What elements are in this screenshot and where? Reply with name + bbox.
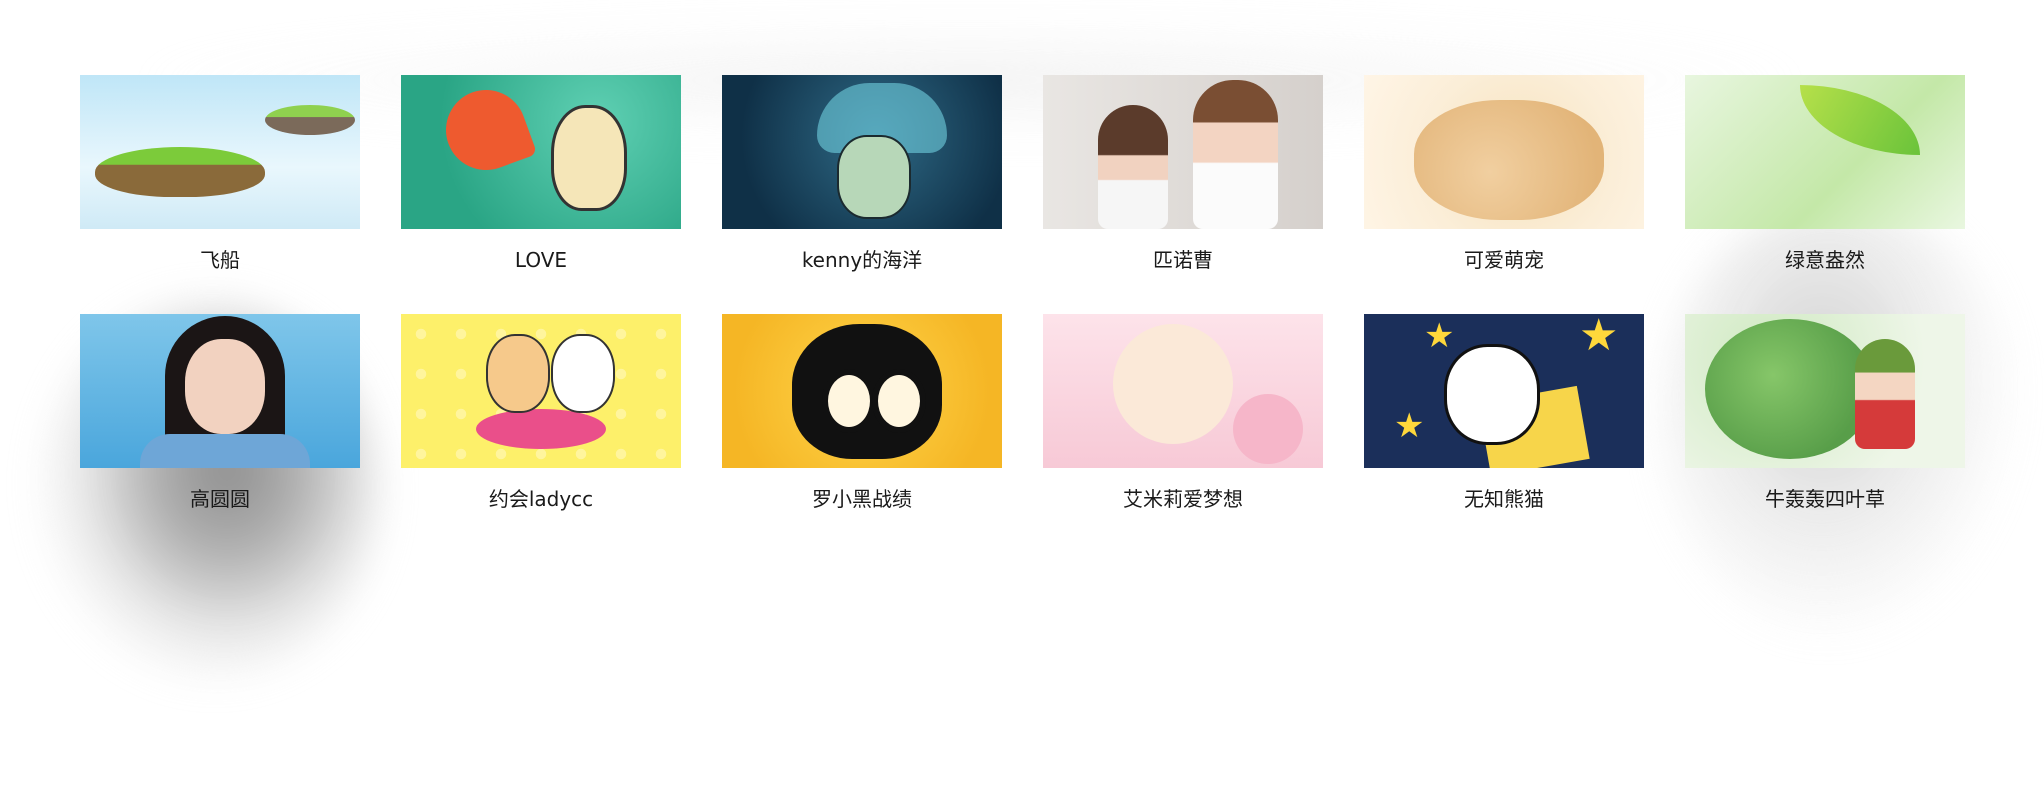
star-icon: ★ [1579, 314, 1619, 361]
theme-thumbnail[interactable] [1685, 314, 1965, 468]
person-photo-art [1098, 105, 1168, 229]
theme-card-panda[interactable]: ★ ★ ★ 无知熊猫 [1364, 314, 1644, 553]
person-photo-art [1193, 80, 1278, 229]
theme-label[interactable]: 可爱萌宠 [1464, 247, 1544, 273]
face-art [185, 339, 265, 434]
theme-thumbnail[interactable] [401, 314, 681, 468]
sheep-character-art [1113, 324, 1233, 444]
theme-label[interactable]: 高圆圆 [190, 486, 250, 512]
theme-card-cute-pet[interactable]: 可爱萌宠 [1364, 75, 1644, 314]
theme-thumbnail[interactable] [1043, 75, 1323, 229]
theme-card-gao-yuanyuan[interactable]: 高圆圆 [80, 314, 360, 553]
theme-label[interactable]: 艾米莉爱梦想 [1123, 486, 1243, 512]
theme-card-kenny-ocean[interactable]: kenny的海洋 [722, 75, 1002, 314]
leaf-art [1800, 85, 1920, 155]
floating-island-art [95, 147, 265, 197]
theme-label[interactable]: 绿意盎然 [1785, 247, 1865, 273]
character-art [486, 334, 550, 413]
theme-thumbnail[interactable] [80, 75, 360, 229]
girl-character-art [1855, 339, 1915, 449]
theme-card-emily-dream[interactable]: 艾米莉爱梦想 [1043, 314, 1323, 553]
theme-label[interactable]: 罗小黑战绩 [812, 486, 912, 512]
theme-card-love[interactable]: LOVE [401, 75, 681, 314]
theme-card-ladycc[interactable]: 约会ladycc [401, 314, 681, 553]
theme-thumbnail[interactable] [722, 75, 1002, 229]
theme-gallery: 飞船 LOVE kenny的海洋 匹诺曹 可爱萌宠 绿意盎然 高圆圆 约会lad… [80, 75, 1965, 553]
theme-thumbnail[interactable] [401, 75, 681, 229]
heart-art [434, 78, 538, 182]
theme-thumbnail[interactable] [1364, 75, 1644, 229]
theme-thumbnail[interactable] [1043, 314, 1323, 468]
theme-label[interactable]: 约会ladycc [489, 486, 593, 512]
theme-label[interactable]: kenny的海洋 [802, 247, 922, 273]
theme-label[interactable]: LOVE [515, 247, 567, 273]
theme-thumbnail[interactable]: ★ ★ ★ [1364, 314, 1644, 468]
star-icon: ★ [1424, 316, 1455, 356]
theme-label[interactable]: 牛轰轰四叶草 [1765, 486, 1885, 512]
theme-card-clover[interactable]: 牛轰轰四叶草 [1685, 314, 1965, 553]
theme-card-pinocchio[interactable]: 匹诺曹 [1043, 75, 1323, 314]
bird-character-art [551, 105, 627, 211]
theme-thumbnail[interactable] [1685, 75, 1965, 229]
ball-art [1233, 394, 1303, 464]
star-icon: ★ [1394, 406, 1425, 446]
theme-thumbnail[interactable] [722, 314, 1002, 468]
character-art [551, 334, 615, 413]
theme-card-luo-xiaohei[interactable]: 罗小黑战绩 [722, 314, 1002, 553]
theme-label[interactable]: 无知熊猫 [1464, 486, 1544, 512]
table-art [476, 409, 606, 449]
cat-eye-art [872, 369, 926, 433]
character-art [837, 135, 911, 219]
puppy-art [1414, 100, 1604, 220]
cat-eye-art [822, 369, 876, 433]
theme-card-green[interactable]: 绿意盎然 [1685, 75, 1965, 314]
theme-label[interactable]: 飞船 [200, 247, 240, 273]
panda-character-art [1444, 344, 1540, 445]
clover-art [1705, 319, 1875, 459]
theme-card-spaceship[interactable]: 飞船 [80, 75, 360, 314]
shirt-art [140, 434, 310, 468]
theme-thumbnail[interactable] [80, 314, 360, 468]
floating-island-art [265, 105, 355, 135]
theme-label[interactable]: 匹诺曹 [1153, 247, 1213, 273]
